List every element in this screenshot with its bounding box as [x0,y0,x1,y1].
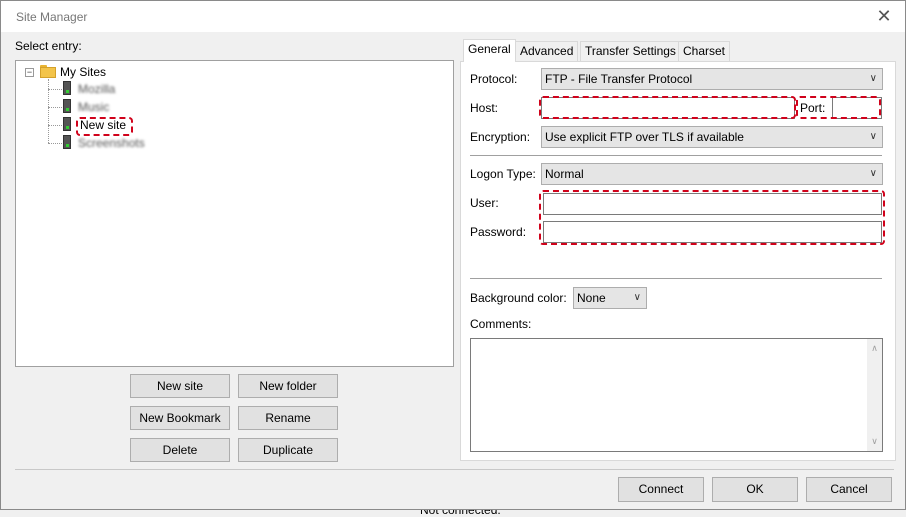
highlight-credentials [539,190,885,245]
chevron-down-icon: ∨ [869,131,877,142]
tree-connector [48,107,62,108]
highlight-port [796,96,881,119]
scroll-down-icon[interactable]: ∨ [867,434,882,449]
logon-type-select[interactable]: Normal ∨ [541,163,883,185]
tree-connector [48,143,62,144]
logon-type-label: Logon Type: [470,167,536,181]
background-color-value: None [577,291,606,305]
chevron-down-icon: ∨ [869,168,877,179]
encryption-label: Encryption: [470,130,531,144]
connect-button[interactable]: Connect [618,477,704,502]
close-icon[interactable]: ✕ [873,6,895,26]
new-bookmark-button[interactable]: New Bookmark [130,406,230,430]
window-title: Site Manager [16,10,88,24]
title-bar: Site Manager ✕ [1,1,905,32]
encryption-select[interactable]: Use explicit FTP over TLS if available ∨ [541,126,883,148]
protocol-select[interactable]: FTP - File Transfer Protocol ∨ [541,68,883,90]
host-label: Host: [470,101,499,115]
logon-type-value: Normal [545,167,584,181]
server-icon [63,117,71,131]
cancel-button[interactable]: Cancel [806,477,892,502]
comments-label: Comments: [470,317,532,331]
server-icon [63,99,71,113]
highlight-host [539,96,796,119]
tree-item-site[interactable]: Music [78,99,109,115]
comments-scrollbar[interactable]: ∧ ∨ [867,339,882,451]
folder-icon [40,65,56,78]
delete-button[interactable]: Delete [130,438,230,462]
chevron-down-icon: ∨ [869,73,877,84]
duplicate-button[interactable]: Duplicate [238,438,338,462]
site-manager-dialog: Site Manager ✕ Select entry: − My Sites … [0,0,906,510]
scroll-up-icon[interactable]: ∧ [867,341,882,356]
tree-root-my-sites[interactable]: My Sites [60,64,106,80]
tree-item-site[interactable]: Screenshots [78,135,145,151]
tab-transfer-settings[interactable]: Transfer Settings [580,41,681,61]
tree-connector [48,89,62,90]
select-entry-label: Select entry: [15,39,82,53]
protocol-label: Protocol: [470,72,518,86]
separator [470,155,882,156]
protocol-value: FTP - File Transfer Protocol [545,72,693,86]
tab-general[interactable]: General [463,39,516,62]
tab-charset[interactable]: Charset [678,41,731,61]
separator [470,278,882,279]
highlight-new-site [76,117,133,136]
rename-button[interactable]: Rename [238,406,338,430]
site-tree[interactable]: − My Sites Mozilla Music New site Screen… [15,60,454,367]
user-label: User: [470,196,499,210]
encryption-value: Use explicit FTP over TLS if available [545,130,744,144]
tree-connector [48,125,62,126]
collapse-icon[interactable]: − [25,68,34,77]
footer-separator [15,469,894,470]
tab-advanced[interactable]: Advanced [515,41,579,61]
server-icon [63,135,71,149]
new-site-button[interactable]: New site [130,374,230,398]
tree-item-site[interactable]: Mozilla [78,81,115,97]
new-folder-button[interactable]: New folder [238,374,338,398]
password-label: Password: [470,225,527,239]
ok-button[interactable]: OK [712,477,798,502]
background-color-select[interactable]: None ∨ [573,287,647,309]
chevron-down-icon: ∨ [633,292,641,303]
comments-textarea[interactable]: ∧ ∨ [470,338,883,452]
server-icon [63,81,71,95]
background-color-label: Background color: [470,291,567,305]
